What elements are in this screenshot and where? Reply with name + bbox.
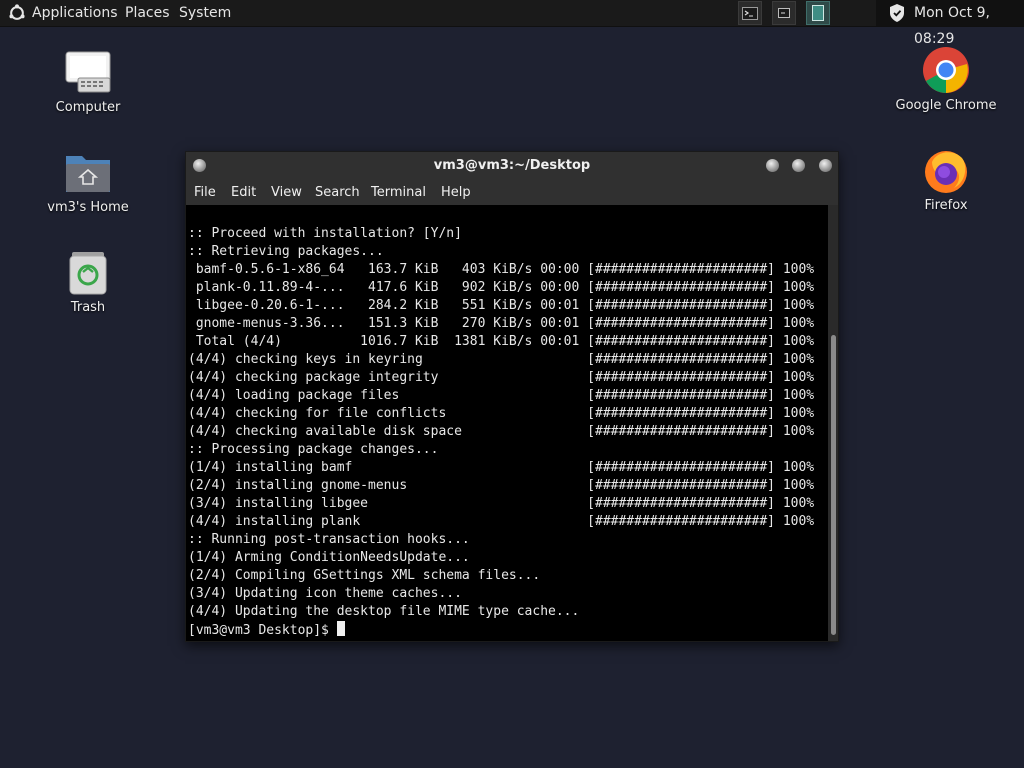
terminal-window: vm3@vm3:~/Desktop File Edit View Search … — [185, 151, 839, 642]
terminal-line: (1/4) Arming ConditionNeedsUpdate... — [188, 550, 470, 565]
terminal-prompt-line[interactable]: [vm3@vm3 Desktop]$ — [188, 621, 814, 640]
terminal-line: :: Running post-transaction hooks... — [188, 532, 470, 547]
terminal-line: (4/4) checking available disk space [###… — [188, 424, 815, 439]
terminal-line: (4/4) Updating the desktop file MIME typ… — [188, 604, 580, 619]
home-label: vm3's Home — [47, 200, 129, 215]
menu-search[interactable]: Search — [315, 180, 360, 206]
distro-logo-icon — [9, 4, 25, 20]
maximize-button[interactable] — [792, 159, 805, 172]
menu-terminal[interactable]: Terminal — [371, 180, 426, 206]
shield-icon[interactable] — [888, 3, 906, 23]
top-panel: Applications Places System Mon Oct 9, 08… — [0, 0, 1024, 47]
menu-bar: File Edit View Search Terminal Help — [186, 180, 838, 204]
window-list — [738, 0, 830, 26]
home-folder-icon — [64, 148, 112, 196]
terminal-line: (2/4) installing gnome-menus [##########… — [188, 478, 815, 493]
terminal-task-button-2[interactable] — [772, 1, 796, 25]
computer-label: Computer — [55, 100, 121, 115]
terminal-line: bamf-0.5.6-1-x86_64 163.7 KiB 403 KiB/s … — [188, 262, 815, 277]
terminal-line: libgee-0.20.6-1-... 284.2 KiB 551 KiB/s … — [188, 298, 815, 313]
firefox-icon — [922, 146, 970, 194]
chrome-label: Google Chrome — [895, 98, 997, 113]
menu-edit[interactable]: Edit — [231, 180, 256, 206]
terminal-line: (2/4) Compiling GSettings XML schema fil… — [188, 568, 541, 583]
desktop-icon-trash[interactable]: Trash — [33, 248, 143, 315]
terminal-line: (4/4) checking for file conflicts [#####… — [188, 406, 815, 421]
system-menu[interactable]: System — [179, 0, 231, 26]
terminal-line: (1/4) installing bamf [#################… — [188, 460, 815, 475]
terminal-text: :: Proceed with installation? [Y/n]:: Re… — [188, 225, 814, 640]
terminal-line: Total (4/4) 1016.7 KiB 1381 KiB/s 00:01 … — [188, 334, 815, 349]
terminal-line: :: Processing package changes... — [188, 442, 439, 457]
close-button[interactable] — [819, 159, 832, 172]
shell-prompt: [vm3@vm3 Desktop]$ — [188, 623, 337, 638]
places-menu[interactable]: Places — [125, 0, 170, 26]
applications-label: Applications — [32, 5, 118, 21]
terminal-output[interactable]: :: Proceed with installation? [Y/n]:: Re… — [186, 205, 828, 641]
terminal-line: (4/4) checking package integrity [######… — [188, 370, 815, 385]
scrollbar[interactable] — [828, 205, 838, 641]
desktop-icon-chrome[interactable]: Google Chrome — [891, 46, 1001, 113]
terminal-icon — [742, 6, 758, 20]
terminal-line: gnome-menus-3.36... 151.3 KiB 270 KiB/s … — [188, 316, 815, 331]
computer-icon — [64, 48, 112, 96]
window-icon — [812, 5, 824, 21]
terminal-line: :: Retrieving packages... — [188, 244, 384, 259]
panel-status-area: Mon Oct 9, 08:29 — [876, 0, 1024, 47]
terminal-line: (4/4) installing plank [################… — [188, 514, 815, 529]
terminal-line: :: Proceed with installation? [Y/n] — [188, 226, 462, 241]
terminal-line: (3/4) Updating icon theme caches... — [188, 586, 462, 601]
scrollbar-thumb[interactable] — [831, 335, 836, 635]
menu-file[interactable]: File — [194, 180, 216, 206]
window-title: vm3@vm3:~/Desktop — [433, 158, 591, 173]
firefox-label: Firefox — [924, 198, 968, 213]
terminal-line: (3/4) installing libgee [###############… — [188, 496, 815, 511]
trash-label: Trash — [70, 300, 106, 315]
terminal-line: plank-0.11.89-4-... 417.6 KiB 902 KiB/s … — [188, 280, 815, 295]
chrome-icon — [922, 46, 970, 94]
minimize-button[interactable] — [766, 159, 779, 172]
text-cursor — [336, 621, 345, 636]
menu-help[interactable]: Help — [441, 180, 471, 206]
active-window-button[interactable] — [806, 1, 830, 25]
terminal-line: (4/4) loading package files [###########… — [188, 388, 815, 403]
terminal-task-button[interactable] — [738, 1, 762, 25]
terminal-line: (4/4) checking keys in keyring [########… — [188, 352, 815, 367]
desktop-icon-computer[interactable]: Computer — [33, 48, 143, 115]
terminal-small-icon — [778, 8, 790, 18]
trash-icon — [64, 248, 112, 296]
desktop-icon-firefox[interactable]: Firefox — [891, 146, 1001, 213]
desktop-icon-home[interactable]: vm3's Home — [33, 148, 143, 215]
clock[interactable]: Mon Oct 9, 08:29 — [914, 0, 1024, 52]
menu-view[interactable]: View — [271, 180, 302, 206]
applications-menu[interactable]: Applications — [8, 0, 118, 26]
title-bar[interactable]: vm3@vm3:~/Desktop — [186, 152, 838, 180]
